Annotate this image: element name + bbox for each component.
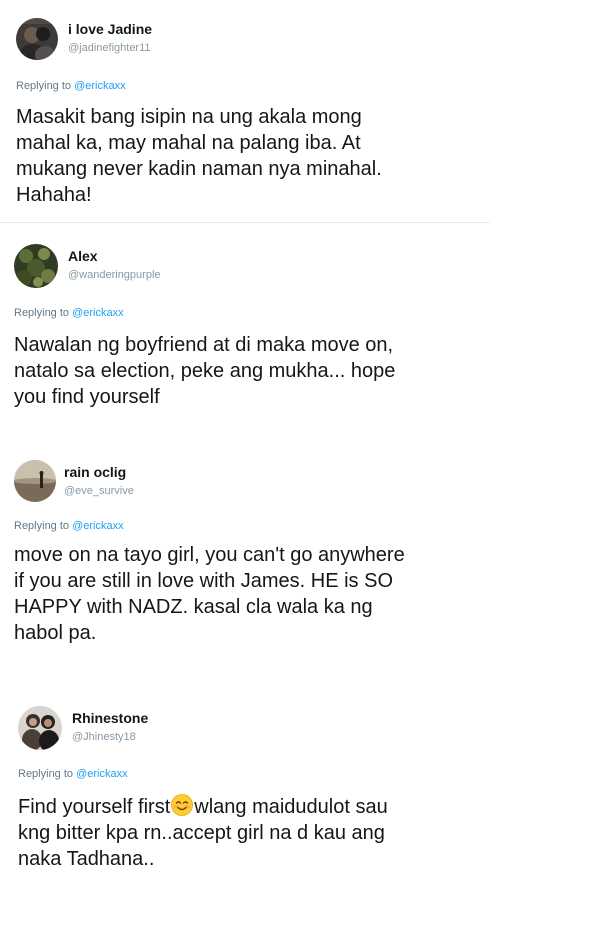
display-name[interactable]: rain oclig <box>64 464 126 480</box>
user-handle[interactable]: @Jhinesty18 <box>72 731 136 743</box>
avatar[interactable] <box>14 244 58 288</box>
replying-to: Replying to @erickaxx <box>18 768 128 780</box>
divider <box>0 222 490 223</box>
replying-to-link[interactable]: @erickaxx <box>72 307 124 319</box>
avatar[interactable] <box>14 460 56 502</box>
avatar[interactable] <box>16 18 58 60</box>
smiling-face-emoji-icon <box>171 794 194 816</box>
reply-tweet: i love Jadine @jadinefighter11 Replying … <box>0 16 602 224</box>
tweet-text: move on na tayo girl, you can't go anywh… <box>14 544 405 644</box>
replying-to-link[interactable]: @erickaxx <box>76 768 128 780</box>
replying-to: Replying to @erickaxx <box>14 520 124 532</box>
user-handle[interactable]: @eve_survive <box>64 485 134 497</box>
replying-to-link[interactable]: @erickaxx <box>72 520 124 532</box>
display-name[interactable]: Rhinestone <box>72 710 148 726</box>
tweet-text-start: Find yourself first <box>18 796 171 818</box>
tweet-text: Nawalan ng boyfriend at di maka move on,… <box>14 334 396 408</box>
replying-to-label: Replying to <box>16 80 75 92</box>
user-handle[interactable]: @wanderingpurple <box>68 269 161 281</box>
avatar[interactable] <box>18 706 62 750</box>
display-name[interactable]: Alex <box>68 248 98 264</box>
replying-to-link[interactable]: @erickaxx <box>74 80 126 92</box>
replying-to-label: Replying to <box>18 768 77 780</box>
reply-tweet: rain oclig @eve_survive Replying to @eri… <box>0 458 602 668</box>
replying-to-label: Replying to <box>14 520 73 532</box>
tweet-text: Find yourself first wlang maidudulot sau … <box>18 794 588 872</box>
reply-tweet: Rhinestone @Jhinesty18 Replying to @eric… <box>0 704 602 914</box>
tweet-text: Masakit bang isipin na ung akala mong ma… <box>16 106 382 206</box>
display-name[interactable]: i love Jadine <box>68 21 152 37</box>
replying-to: Replying to @erickaxx <box>16 80 126 92</box>
replying-to: Replying to @erickaxx <box>14 307 124 319</box>
replying-to-label: Replying to <box>14 307 73 319</box>
reply-tweet: Alex @wanderingpurple Replying to @erick… <box>0 242 602 432</box>
user-handle[interactable]: @jadinefighter11 <box>68 42 151 54</box>
